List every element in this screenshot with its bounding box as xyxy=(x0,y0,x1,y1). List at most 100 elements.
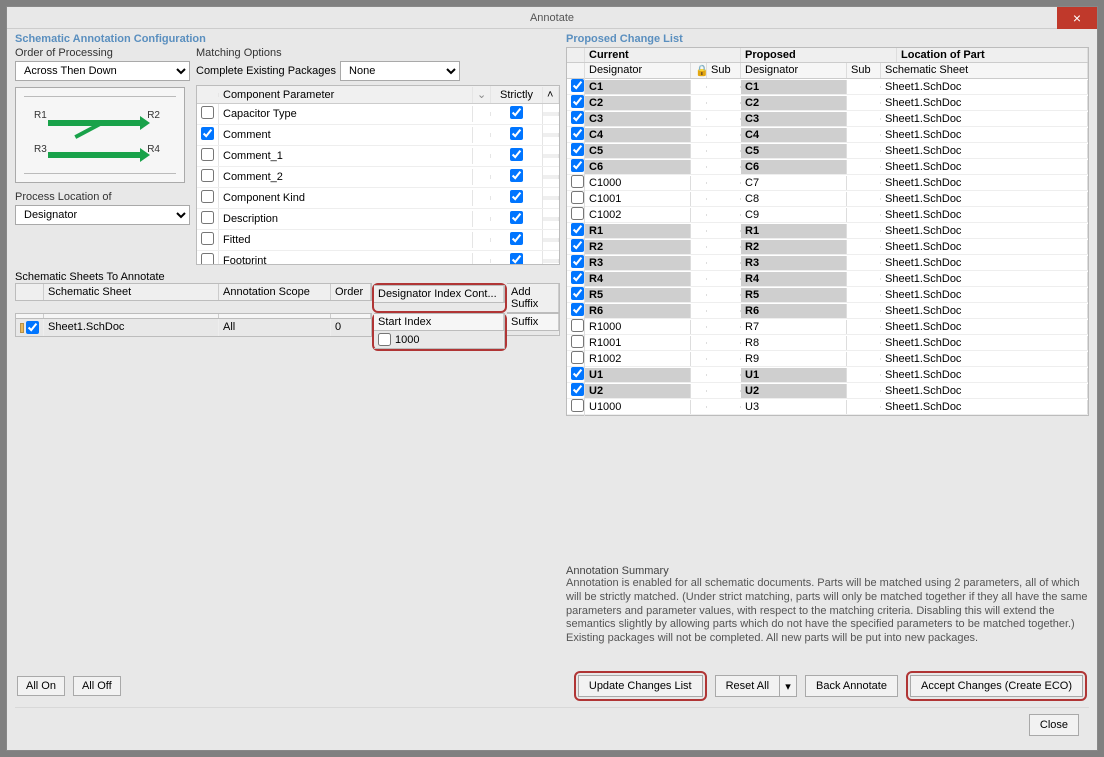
scrollbar-track[interactable] xyxy=(543,238,559,242)
scrollbar-track[interactable] xyxy=(543,154,559,158)
param-checkbox[interactable] xyxy=(201,211,214,224)
sub-lock-cell[interactable] xyxy=(691,374,707,376)
param-strict-checkbox[interactable] xyxy=(510,253,523,264)
change-row[interactable]: R4R4Sheet1.SchDoc xyxy=(567,271,1088,287)
strictly-column-header[interactable]: Strictly xyxy=(491,87,543,103)
change-row[interactable]: C1001C8Sheet1.SchDoc xyxy=(567,191,1088,207)
change-row-checkbox[interactable] xyxy=(571,79,584,92)
group-current[interactable]: Current xyxy=(585,48,741,62)
change-row-checkbox[interactable] xyxy=(571,127,584,140)
change-row[interactable]: R2R2Sheet1.SchDoc xyxy=(567,239,1088,255)
complete-packages-select[interactable]: None xyxy=(340,61,460,81)
change-row[interactable]: C5C5Sheet1.SchDoc xyxy=(567,143,1088,159)
sub-lock-cell[interactable] xyxy=(691,294,707,296)
param-row[interactable]: Comment_2 xyxy=(197,167,559,188)
change-row-checkbox[interactable] xyxy=(571,223,584,236)
change-row[interactable]: R1001R8Sheet1.SchDoc xyxy=(567,335,1088,351)
change-row[interactable]: R1R1Sheet1.SchDoc xyxy=(567,223,1088,239)
reset-all-button[interactable]: Reset All xyxy=(715,675,779,697)
col-designator-index[interactable]: Designator Index Cont... xyxy=(374,286,504,302)
param-strict-checkbox[interactable] xyxy=(510,148,523,161)
change-row[interactable]: C4C4Sheet1.SchDoc xyxy=(567,127,1088,143)
group-location[interactable]: Location of Part xyxy=(897,48,1088,62)
subcol-start-index[interactable]: Start Index xyxy=(374,314,504,330)
col-current-designator[interactable]: Designator xyxy=(585,63,691,78)
sub-lock-cell[interactable] xyxy=(691,102,707,104)
change-row-checkbox[interactable] xyxy=(571,335,584,348)
param-checkbox[interactable] xyxy=(201,253,214,264)
change-row-checkbox[interactable] xyxy=(571,303,584,316)
param-strict-checkbox[interactable] xyxy=(510,190,523,203)
sub-lock-cell[interactable] xyxy=(691,214,707,216)
param-strict-checkbox[interactable] xyxy=(510,232,523,245)
change-row-checkbox[interactable] xyxy=(571,255,584,268)
scroll-up-icon[interactable]: ˄ xyxy=(543,87,559,103)
sub-lock-cell[interactable] xyxy=(691,86,707,88)
col-proposed-designator[interactable]: Designator xyxy=(741,63,847,78)
change-row[interactable]: C1C1Sheet1.SchDoc xyxy=(567,79,1088,95)
col-order[interactable]: Order xyxy=(331,284,371,300)
change-row-checkbox[interactable] xyxy=(571,143,584,156)
sheet-scope[interactable]: All xyxy=(219,319,331,336)
change-row[interactable]: U1U1Sheet1.SchDoc xyxy=(567,367,1088,383)
sub-lock-cell[interactable] xyxy=(691,246,707,248)
param-column-header[interactable]: Component Parameter xyxy=(219,87,473,103)
param-strict-checkbox[interactable] xyxy=(510,106,523,119)
process-location-select[interactable]: Designator xyxy=(15,205,190,225)
col-current-sub[interactable]: Sub xyxy=(707,63,741,78)
change-row-checkbox[interactable] xyxy=(571,191,584,204)
change-row-checkbox[interactable] xyxy=(571,383,584,396)
change-row-checkbox[interactable] xyxy=(571,111,584,124)
param-row[interactable]: Component Kind xyxy=(197,188,559,209)
sub-lock-cell[interactable] xyxy=(691,150,707,152)
change-row[interactable]: R6R6Sheet1.SchDoc xyxy=(567,303,1088,319)
param-row[interactable]: Comment xyxy=(197,125,559,146)
change-row-checkbox[interactable] xyxy=(571,271,584,284)
param-checkbox[interactable] xyxy=(201,127,214,140)
accept-changes-button[interactable]: Accept Changes (Create ECO) xyxy=(910,675,1083,697)
close-button[interactable]: Close xyxy=(1029,714,1079,736)
change-row[interactable]: R1002R9Sheet1.SchDoc xyxy=(567,351,1088,367)
scrollbar-track[interactable] xyxy=(543,259,559,263)
change-row-checkbox[interactable] xyxy=(571,95,584,108)
change-row[interactable]: C1000C7Sheet1.SchDoc xyxy=(567,175,1088,191)
sub-lock-cell[interactable] xyxy=(691,326,707,328)
close-icon[interactable]: × xyxy=(1057,7,1097,29)
change-row-checkbox[interactable] xyxy=(571,159,584,172)
change-row[interactable]: C6C6Sheet1.SchDoc xyxy=(567,159,1088,175)
start-index-value[interactable]: 1000 xyxy=(395,334,419,346)
sub-lock-cell[interactable] xyxy=(691,134,707,136)
sheet-order[interactable]: 0 xyxy=(331,319,371,336)
col-proposed-sub[interactable]: Sub xyxy=(847,63,881,78)
param-row[interactable]: Description xyxy=(197,209,559,230)
param-strict-checkbox[interactable] xyxy=(510,169,523,182)
sub-lock-cell[interactable] xyxy=(691,390,707,392)
sub-lock-cell[interactable] xyxy=(691,310,707,312)
sub-lock-cell[interactable] xyxy=(691,342,707,344)
scrollbar-track[interactable] xyxy=(543,175,559,179)
param-row[interactable]: Comment_1 xyxy=(197,146,559,167)
reset-all-dropdown-icon[interactable]: ▾ xyxy=(779,675,797,697)
change-row[interactable]: C3C3Sheet1.SchDoc xyxy=(567,111,1088,127)
change-row-checkbox[interactable] xyxy=(571,175,584,188)
sub-lock-cell[interactable] xyxy=(691,118,707,120)
sub-lock-cell[interactable] xyxy=(691,358,707,360)
param-strict-checkbox[interactable] xyxy=(510,127,523,140)
change-row-checkbox[interactable] xyxy=(571,207,584,220)
col-schematic-sheet[interactable]: Schematic Sheet xyxy=(881,63,1088,78)
param-row[interactable]: Footprint xyxy=(197,251,559,264)
suffix-cell[interactable] xyxy=(507,331,559,335)
back-annotate-button[interactable]: Back Annotate xyxy=(805,675,898,697)
change-row-checkbox[interactable] xyxy=(571,287,584,300)
group-proposed[interactable]: Proposed xyxy=(741,48,897,62)
change-row[interactable]: U2U2Sheet1.SchDoc xyxy=(567,383,1088,399)
change-row[interactable]: R1000R7Sheet1.SchDoc xyxy=(567,319,1088,335)
all-on-button[interactable]: All On xyxy=(17,676,65,696)
param-strict-checkbox[interactable] xyxy=(510,211,523,224)
sub-lock-cell[interactable] xyxy=(691,166,707,168)
sub-lock-cell[interactable] xyxy=(691,262,707,264)
param-checkbox[interactable] xyxy=(201,148,214,161)
param-row[interactable]: Fitted xyxy=(197,230,559,251)
param-checkbox[interactable] xyxy=(201,190,214,203)
change-row[interactable]: R5R5Sheet1.SchDoc xyxy=(567,287,1088,303)
